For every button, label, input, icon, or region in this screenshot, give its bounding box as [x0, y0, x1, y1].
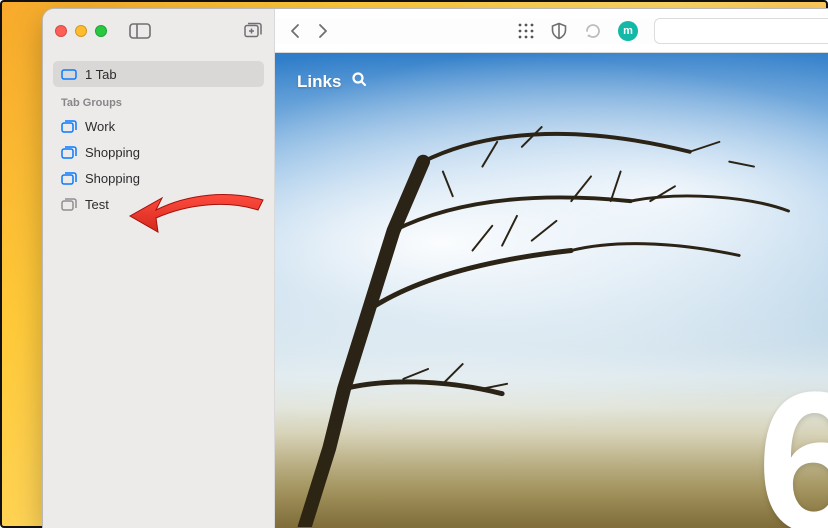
- toolbar-right-tools: m: [518, 18, 814, 44]
- avatar-initial: m: [623, 25, 633, 37]
- desktop-wallpaper: m 1 Tab Tab Groups Work: [0, 0, 828, 528]
- new-tab-group-icon[interactable]: [242, 22, 262, 40]
- sidebar-titlebar: [43, 9, 275, 53]
- sidebar-item-shopping-1[interactable]: Shopping: [53, 139, 264, 165]
- links-label: Links: [297, 72, 341, 92]
- tab-group-icon: [61, 172, 77, 185]
- links-row[interactable]: Links: [297, 71, 367, 92]
- sidebar-section-tab-groups: Tab Groups: [53, 87, 264, 113]
- tab-group-icon: [61, 146, 77, 159]
- sidebar-item-shopping-2[interactable]: Shopping: [53, 165, 264, 191]
- sidebar-item-label: Shopping: [85, 171, 140, 186]
- start-page: 6 Links: [275, 53, 828, 528]
- sidebar-item-label: Work: [85, 119, 115, 134]
- sidebar-item-label: Test: [85, 197, 109, 212]
- main-titlebar: m: [275, 18, 828, 44]
- safari-window: m 1 Tab Tab Groups Work: [42, 8, 828, 528]
- refresh-icon[interactable]: [584, 22, 602, 40]
- window-titlebar: m: [43, 9, 828, 53]
- tab-group-icon: [61, 198, 77, 211]
- nav-arrows: [289, 23, 329, 39]
- search-icon[interactable]: [351, 71, 367, 92]
- url-field[interactable]: [654, 18, 828, 44]
- ground-shadow: [275, 408, 828, 528]
- sidebar-item-test[interactable]: Test: [53, 191, 264, 217]
- sidebar-current-tab-label: 1 Tab: [85, 67, 117, 82]
- forward-button[interactable]: [317, 23, 329, 39]
- tab-rect-icon: [61, 69, 77, 80]
- sidebar: 1 Tab Tab Groups Work Shopping: [43, 53, 275, 528]
- sidebar-item-work[interactable]: Work: [53, 113, 264, 139]
- sidebar-current-tab[interactable]: 1 Tab: [53, 61, 264, 87]
- back-button[interactable]: [289, 23, 301, 39]
- minimize-window-button[interactable]: [75, 25, 87, 37]
- close-window-button[interactable]: [55, 25, 67, 37]
- zoom-window-button[interactable]: [95, 25, 107, 37]
- sidebar-toggle-icon[interactable]: [129, 23, 151, 39]
- sidebar-item-label: Shopping: [85, 145, 140, 160]
- profile-avatar[interactable]: m: [618, 21, 638, 41]
- tab-group-icon: [61, 120, 77, 133]
- traffic-lights: [55, 25, 107, 37]
- privacy-shield-icon[interactable]: [550, 22, 568, 40]
- start-page-big-glyph: 6: [757, 348, 828, 528]
- start-page-grid-icon[interactable]: [518, 23, 534, 39]
